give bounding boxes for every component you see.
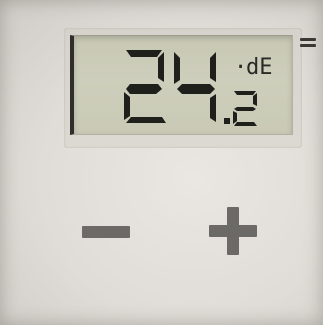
unit-label: dE [246,55,273,80]
thermostat-panel: 24.2 [0,0,323,325]
signal-bars-icon [300,38,316,51]
decimal-point [224,118,230,124]
digit-tens [124,50,166,123]
digit-ones [174,52,216,122]
seven-segment-readout: · dE [124,50,273,126]
digit-tenths [233,91,257,126]
increase-button[interactable]: + [200,200,264,258]
lcd-display: 24.2 [70,35,293,135]
minus-icon [82,226,130,238]
decrease-button[interactable]: − [74,210,138,250]
